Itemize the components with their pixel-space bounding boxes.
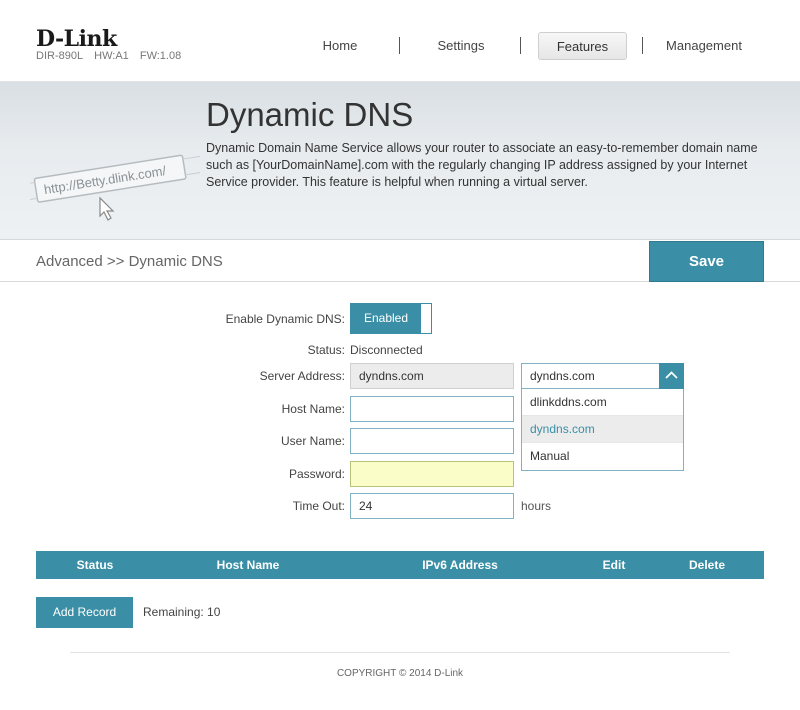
timeout-label: Time Out: [292,499,345,513]
nav-home[interactable]: Home [300,32,380,60]
page-description: Dynamic Domain Name Service allows your … [206,141,758,189]
server-select-options: dlinkddns.com dyndns.com Manual [521,389,684,471]
server-address-input[interactable]: dyndns.com [350,363,514,389]
server-option-manual[interactable]: Manual [522,443,683,470]
timeout-unit: hours [521,499,552,513]
server-address-label: Server Address: [259,369,345,383]
footer-divider [70,652,730,653]
remaining-count: Remaining: 10 [143,605,221,619]
server-address-select[interactable]: dyndns.com [521,363,684,389]
save-button[interactable]: Save [649,241,764,282]
add-record-button[interactable]: Add Record [36,597,133,628]
enable-ddns-toggle[interactable]: Enabled [350,303,432,334]
nav-settings[interactable]: Settings [420,32,502,60]
nav-features[interactable]: Features [538,32,627,60]
column-delete: Delete [688,558,726,572]
server-select-value: dyndns.com [530,369,595,383]
chevron-up-icon[interactable] [659,363,684,389]
header: D-Link DIR-890L HW:A1 FW:1.08 Home Setti… [0,0,800,82]
status-value: Disconnected [350,343,423,357]
url-illustration-icon: http://Betty.dlink.com/ [30,151,200,221]
page-banner: http://Betty.dlink.com/ Dynamic DNS Dyna… [0,82,800,240]
main-nav: Home Settings Features Management [0,32,800,60]
password-input[interactable] [350,461,514,487]
copyright: COPYRIGHT © 2014 D-Link [336,668,464,679]
user-name-label: User Name: [280,434,345,448]
password-label: Password: [288,467,345,481]
column-status: Status [76,558,114,572]
page-title: Dynamic DNS [206,96,414,133]
enable-ddns-label: Enable Dynamic DNS: [225,312,345,326]
nav-divider [642,37,643,54]
column-edit: Edit [602,558,626,572]
timeout-input[interactable]: 24 [350,493,514,519]
user-name-input[interactable] [350,428,514,454]
nav-divider [520,37,521,54]
breadcrumb: Advanced >> Dynamic DNS [36,253,223,270]
breadcrumb-bar: Advanced >> Dynamic DNS Save [0,241,800,282]
status-label: Status: [307,343,345,357]
column-host-name: Host Name [216,558,280,572]
nav-divider [399,37,400,54]
toggle-enabled-state: Enabled [351,304,421,333]
host-name-input[interactable] [350,396,514,422]
column-ipv6-address: IPv6 Address [422,558,498,572]
nav-management[interactable]: Management [660,32,748,60]
server-option-dlinkddns[interactable]: dlinkddns.com [522,389,683,416]
host-name-label: Host Name: [281,402,345,416]
server-option-dyndns[interactable]: dyndns.com [522,416,683,443]
records-table-header: Status Host Name IPv6 Address Edit Delet… [36,551,764,579]
